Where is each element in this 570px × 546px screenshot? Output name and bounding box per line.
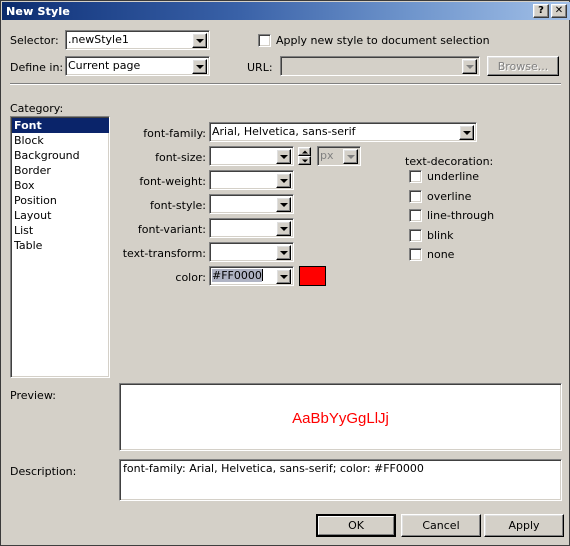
url-label: URL: — [247, 61, 273, 74]
text-transform-label: text-transform: — [122, 247, 206, 260]
url-combo — [280, 56, 480, 76]
category-item-border[interactable]: Border — [12, 163, 109, 178]
close-icon[interactable]: ✕ — [551, 4, 567, 18]
font-family-label: font-family: — [143, 127, 206, 140]
checkbox-box[interactable] — [409, 189, 422, 203]
top-separator — [10, 83, 561, 85]
define-in-label: Define in: — [10, 61, 64, 74]
chevron-down-icon[interactable] — [192, 59, 207, 74]
category-label: Category: — [10, 102, 64, 115]
preview-box: AaBbYyGgLlJj — [119, 383, 562, 451]
font-size-label: font-size: — [155, 151, 206, 164]
font-family-value: Arial, Helvetica, sans-serif — [212, 125, 356, 138]
selector-label: Selector: — [10, 34, 59, 47]
font-style-combo[interactable] — [209, 194, 294, 214]
text-decoration-underline-label: underline — [427, 170, 480, 183]
checkbox-box[interactable] — [409, 170, 422, 183]
text-decoration-overline-label: overline — [427, 189, 472, 203]
text-decoration-label: text-decoration: — [405, 155, 494, 168]
preview-sample-text: AaBbYyGgLlJj — [292, 410, 389, 427]
font-size-unit-combo: px — [317, 146, 361, 166]
color-value: #FF0000 — [212, 269, 263, 282]
category-item-background[interactable]: Background — [12, 148, 109, 163]
checkbox-box[interactable] — [258, 34, 271, 47]
define-in-combo[interactable]: Current page — [65, 56, 210, 76]
color-label: color: — [175, 271, 206, 284]
font-size-stepper[interactable] — [298, 147, 311, 165]
description-text: font-family: Arial, Helvetica, sans-seri… — [123, 462, 424, 475]
description-box[interactable]: font-family: Arial, Helvetica, sans-seri… — [119, 459, 562, 501]
apply-new-style-checkbox[interactable]: Apply new style to document selection — [258, 34, 490, 47]
ok-button-label: OK — [318, 516, 394, 535]
color-swatch[interactable] — [299, 266, 326, 286]
category-item-block[interactable]: Block — [12, 133, 109, 148]
category-item-table[interactable]: Table — [12, 238, 109, 253]
title-bar[interactable]: New Style ? ✕ — [2, 2, 570, 20]
font-size-unit-value: px — [320, 149, 334, 162]
text-decoration-none-checkbox[interactable]: none — [409, 248, 454, 261]
checkbox-box[interactable] — [409, 209, 422, 222]
browse-button: Browse... — [487, 56, 559, 76]
text-decoration-overline-checkbox[interactable]: overline — [409, 189, 472, 203]
category-item-layout[interactable]: Layout — [12, 208, 109, 223]
selector-combo-value: .newStyle1 — [68, 33, 129, 46]
chevron-down-icon[interactable] — [276, 245, 291, 260]
text-decoration-blink-checkbox[interactable]: blink — [409, 228, 454, 242]
text-transform-combo[interactable] — [209, 242, 294, 262]
category-item-position[interactable]: Position — [12, 193, 109, 208]
font-weight-label: font-weight: — [139, 175, 206, 188]
font-variant-combo[interactable] — [209, 218, 294, 238]
ok-button[interactable]: OK — [316, 514, 396, 537]
category-item-list[interactable]: List — [12, 223, 109, 238]
checkbox-box[interactable] — [409, 228, 422, 242]
preview-label: Preview: — [10, 389, 56, 402]
stepper-down-icon[interactable] — [298, 156, 311, 165]
chevron-down-icon[interactable] — [276, 269, 291, 284]
description-label: Description: — [10, 465, 77, 478]
window-title: New Style — [6, 4, 71, 18]
chevron-down-icon[interactable] — [276, 197, 291, 212]
category-item-box[interactable]: Box — [12, 178, 109, 193]
cancel-button[interactable]: Cancel — [401, 514, 481, 537]
define-in-combo-value: Current page — [68, 59, 141, 72]
window-controls: ? ✕ — [533, 4, 567, 18]
font-style-label: font-style: — [150, 199, 206, 212]
chevron-down-icon[interactable] — [276, 149, 291, 164]
text-decoration-underline-checkbox[interactable]: underline — [409, 170, 479, 183]
stepper-up-icon[interactable] — [298, 147, 311, 156]
font-size-combo[interactable] — [209, 146, 294, 166]
color-combo[interactable]: #FF0000 — [209, 266, 294, 286]
category-listbox[interactable]: Font Block Background Border Box Position Layo… — [10, 116, 110, 378]
chevron-down-icon[interactable] — [192, 33, 207, 48]
text-decoration-line-through-label: line-through — [427, 209, 495, 222]
font-variant-label: font-variant: — [137, 223, 206, 236]
text-decoration-line-through-checkbox[interactable]: line-through — [409, 209, 494, 222]
font-family-combo[interactable]: Arial, Helvetica, sans-serif — [209, 122, 477, 142]
chevron-down-icon[interactable] — [276, 221, 291, 236]
chevron-down-icon[interactable] — [276, 173, 291, 188]
selector-combo[interactable]: .newStyle1 — [65, 30, 210, 50]
text-decoration-none-label: none — [427, 248, 455, 261]
chevron-down-icon — [343, 149, 358, 164]
apply-new-style-label: Apply new style to document selection — [276, 34, 490, 47]
new-style-dialog: New Style ? ✕ Selector: .newStyle1 Apply… — [0, 0, 570, 546]
chevron-down-icon[interactable] — [459, 125, 474, 140]
help-icon[interactable]: ? — [533, 4, 549, 18]
apply-button[interactable]: Apply — [484, 514, 564, 537]
font-weight-combo[interactable] — [209, 170, 294, 190]
text-decoration-blink-label: blink — [427, 228, 454, 242]
category-item-font[interactable]: Font — [12, 118, 109, 133]
chevron-down-icon — [462, 59, 477, 74]
checkbox-box[interactable] — [409, 248, 422, 261]
